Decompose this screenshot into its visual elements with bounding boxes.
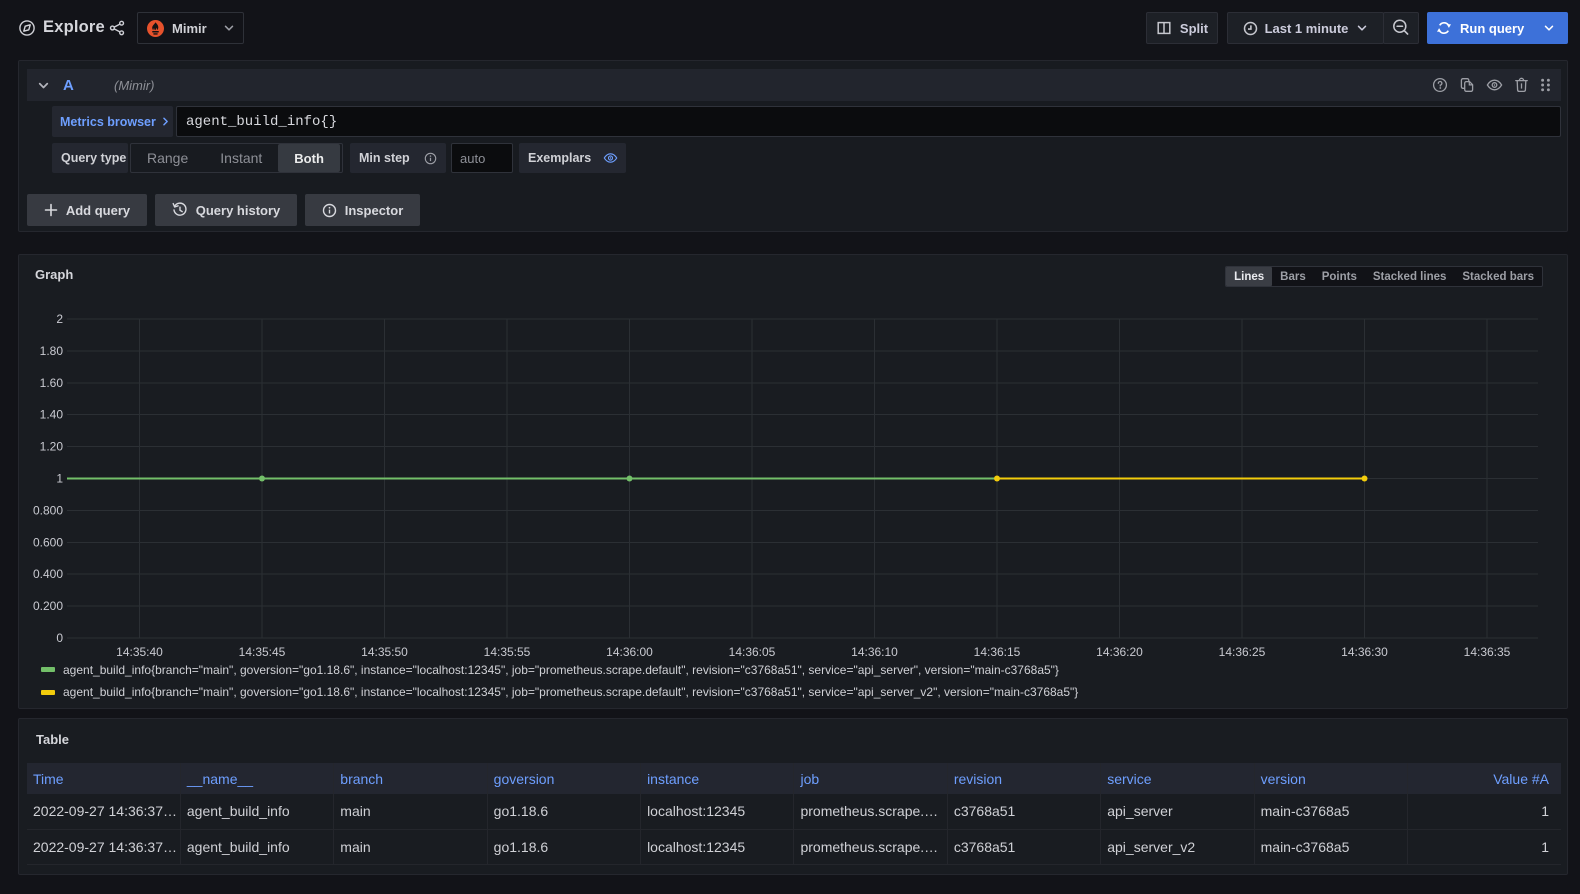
- svg-text:14:35:55: 14:35:55: [484, 645, 531, 659]
- svg-text:0.600: 0.600: [33, 535, 63, 549]
- svg-text:1.40: 1.40: [40, 408, 64, 422]
- svg-text:14:35:45: 14:35:45: [239, 645, 286, 659]
- svg-text:14:36:20: 14:36:20: [1096, 645, 1143, 659]
- svg-text:0: 0: [56, 631, 63, 645]
- svg-text:1.60: 1.60: [40, 376, 64, 390]
- svg-text:2: 2: [56, 312, 63, 326]
- svg-text:0.200: 0.200: [33, 599, 63, 613]
- svg-text:1: 1: [56, 472, 63, 486]
- svg-text:14:36:10: 14:36:10: [851, 645, 898, 659]
- svg-text:14:36:30: 14:36:30: [1341, 645, 1388, 659]
- svg-text:1.20: 1.20: [40, 440, 64, 454]
- svg-text:14:35:40: 14:35:40: [116, 645, 163, 659]
- svg-text:1.80: 1.80: [40, 344, 64, 358]
- svg-text:14:36:00: 14:36:00: [606, 645, 653, 659]
- svg-text:0.800: 0.800: [33, 503, 63, 517]
- svg-text:14:36:15: 14:36:15: [974, 645, 1021, 659]
- svg-text:0.400: 0.400: [33, 567, 63, 581]
- svg-text:14:36:25: 14:36:25: [1219, 645, 1266, 659]
- svg-text:14:35:50: 14:35:50: [361, 645, 408, 659]
- svg-text:14:36:05: 14:36:05: [729, 645, 776, 659]
- svg-text:14:36:35: 14:36:35: [1464, 645, 1511, 659]
